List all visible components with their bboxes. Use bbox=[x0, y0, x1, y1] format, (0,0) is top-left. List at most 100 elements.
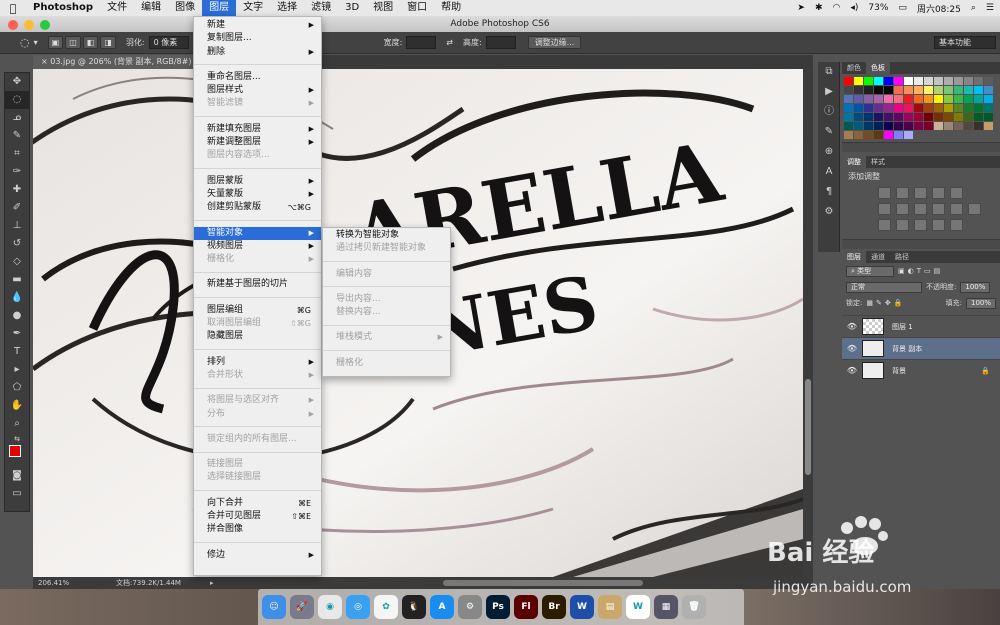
swatch[interactable] bbox=[944, 77, 953, 85]
swap-icon[interactable]: ⇄ bbox=[446, 38, 453, 47]
invert-icon[interactable] bbox=[878, 219, 891, 231]
dock-app-icon[interactable]: Br bbox=[542, 595, 566, 619]
swatch[interactable] bbox=[984, 77, 993, 85]
swatch[interactable] bbox=[934, 86, 943, 94]
wifi-icon[interactable]: ◠ bbox=[833, 3, 841, 13]
swatch[interactable] bbox=[864, 131, 873, 139]
swatch[interactable] bbox=[924, 95, 933, 103]
swatch[interactable] bbox=[984, 86, 993, 94]
layer-filter-select[interactable]: ⌕ 类型 bbox=[846, 265, 894, 277]
swatch[interactable] bbox=[854, 131, 863, 139]
swatch[interactable] bbox=[954, 122, 963, 130]
layer-menu-item[interactable]: 删除 ▶ bbox=[194, 46, 321, 59]
swatch[interactable] bbox=[904, 113, 913, 121]
swatch[interactable] bbox=[884, 122, 893, 130]
swatch[interactable] bbox=[944, 104, 953, 112]
swatch[interactable] bbox=[914, 86, 923, 94]
layer-menu-item[interactable]: 新建填充图层 ▶ bbox=[194, 123, 321, 136]
reset-colors-icon[interactable]: ⇆ bbox=[5, 433, 29, 445]
swatch[interactable] bbox=[914, 77, 923, 85]
swatch[interactable] bbox=[904, 77, 913, 85]
swatch[interactable] bbox=[874, 95, 883, 103]
swatch[interactable] bbox=[864, 122, 873, 130]
layer-menu-item[interactable]: 图层样式 ▶ bbox=[194, 84, 321, 97]
swatch[interactable] bbox=[854, 113, 863, 121]
eyedropper-tool-icon[interactable]: ✑ bbox=[5, 163, 29, 181]
dock-app-icon[interactable]: ◉ bbox=[318, 595, 342, 619]
swatch[interactable] bbox=[964, 104, 973, 112]
opacity-input[interactable]: 100% bbox=[960, 281, 991, 293]
swatch[interactable] bbox=[874, 77, 883, 85]
document-tab[interactable]: × 03.jpg @ 206% (背景 副本, RGB/8#) bbox=[33, 55, 200, 69]
layer-menu-item[interactable]: 重命名图层... bbox=[194, 71, 321, 84]
actions-play-icon[interactable]: ▶ bbox=[818, 82, 840, 102]
layer-menu-item[interactable]: 矢量蒙版 ▶ bbox=[194, 188, 321, 201]
swatch[interactable] bbox=[864, 95, 873, 103]
swatch[interactable] bbox=[974, 77, 983, 85]
bluetooth-icon[interactable]: ✱ bbox=[815, 3, 823, 13]
exposure-icon[interactable] bbox=[932, 187, 945, 199]
dock-app-icon[interactable]: ⚙ bbox=[458, 595, 482, 619]
dock-app-icon[interactable]: 🐧 bbox=[402, 595, 426, 619]
eraser-tool-icon[interactable]: ◇ bbox=[5, 253, 29, 271]
color-balance-icon[interactable] bbox=[896, 203, 909, 215]
layer-menu-item[interactable]: 排列 ▶ bbox=[194, 356, 321, 369]
swatch[interactable] bbox=[974, 104, 983, 112]
dock-app-icon[interactable]: ✿ bbox=[374, 595, 398, 619]
character-icon[interactable]: A bbox=[818, 162, 840, 182]
swatch[interactable] bbox=[954, 95, 963, 103]
tab-swatches[interactable]: 色板 bbox=[866, 62, 890, 74]
menu-help[interactable]: 帮助 bbox=[434, 0, 468, 16]
swatch[interactable] bbox=[944, 86, 953, 94]
tool-presets-icon[interactable]: ⚙ bbox=[818, 202, 840, 222]
path-select-tool-icon[interactable]: ▸ bbox=[5, 361, 29, 379]
blend-mode-select[interactable]: 正常 bbox=[846, 281, 922, 293]
swatch[interactable] bbox=[924, 104, 933, 112]
layer-menu-item[interactable]: 合并可见图层 ⇧⌘E bbox=[194, 510, 321, 523]
move-tool-icon[interactable]: ✥ bbox=[5, 73, 29, 91]
swatch[interactable] bbox=[964, 113, 973, 121]
pen-tool-icon[interactable]: ✒ bbox=[5, 325, 29, 343]
status-arrow-icon[interactable]: ▸ bbox=[210, 577, 214, 589]
swatch[interactable] bbox=[904, 86, 913, 94]
layer-menu-item[interactable]: 隐藏图层 bbox=[194, 330, 321, 343]
channel-mixer-icon[interactable] bbox=[950, 203, 963, 215]
swatch[interactable] bbox=[894, 77, 903, 85]
swatch[interactable] bbox=[974, 95, 983, 103]
swatch[interactable] bbox=[864, 86, 873, 94]
threshold-icon[interactable] bbox=[914, 219, 927, 231]
swatch[interactable] bbox=[854, 95, 863, 103]
healing-tool-icon[interactable]: ✚ bbox=[5, 181, 29, 199]
color-lookup-icon[interactable] bbox=[968, 203, 981, 215]
swatch[interactable] bbox=[844, 104, 853, 112]
swatch[interactable] bbox=[844, 77, 853, 85]
tab-adjustments[interactable]: 调整 bbox=[842, 156, 866, 168]
swatch[interactable] bbox=[934, 104, 943, 112]
swatch[interactable] bbox=[914, 122, 923, 130]
menu-3d[interactable]: 3D bbox=[338, 0, 366, 16]
swatch[interactable] bbox=[904, 104, 913, 112]
window-minimize-button[interactable] bbox=[24, 20, 34, 30]
black-white-icon[interactable] bbox=[914, 203, 927, 215]
history-icon[interactable]: ⧉ bbox=[818, 62, 840, 82]
swatch[interactable] bbox=[854, 122, 863, 130]
dodge-tool-icon[interactable]: ● bbox=[5, 307, 29, 325]
brush-preset-icon[interactable]: ✎ bbox=[818, 122, 840, 142]
foreground-color[interactable] bbox=[9, 445, 21, 457]
swatch[interactable] bbox=[894, 86, 903, 94]
swatch[interactable] bbox=[964, 86, 973, 94]
swatch[interactable] bbox=[854, 104, 863, 112]
visibility-eye-icon[interactable]: 👁 bbox=[842, 344, 862, 353]
menu-file[interactable]: 文件 bbox=[100, 0, 134, 16]
dock-app-icon[interactable]: Fl bbox=[514, 595, 538, 619]
location-icon[interactable]: ➤ bbox=[797, 3, 805, 13]
swatch[interactable] bbox=[934, 113, 943, 121]
swatch[interactable] bbox=[854, 77, 863, 85]
clone-source-icon[interactable]: ⊕ bbox=[818, 142, 840, 162]
lock-icons[interactable]: ▦✎✥🔒 bbox=[866, 299, 905, 307]
horizontal-scrollbar[interactable] bbox=[443, 580, 643, 586]
swatch[interactable] bbox=[874, 131, 883, 139]
dock-app-icon[interactable]: 🗑 bbox=[682, 595, 706, 619]
screen-mode-icon[interactable]: ▭ bbox=[5, 485, 29, 503]
dock-app-icon[interactable]: A bbox=[430, 595, 454, 619]
